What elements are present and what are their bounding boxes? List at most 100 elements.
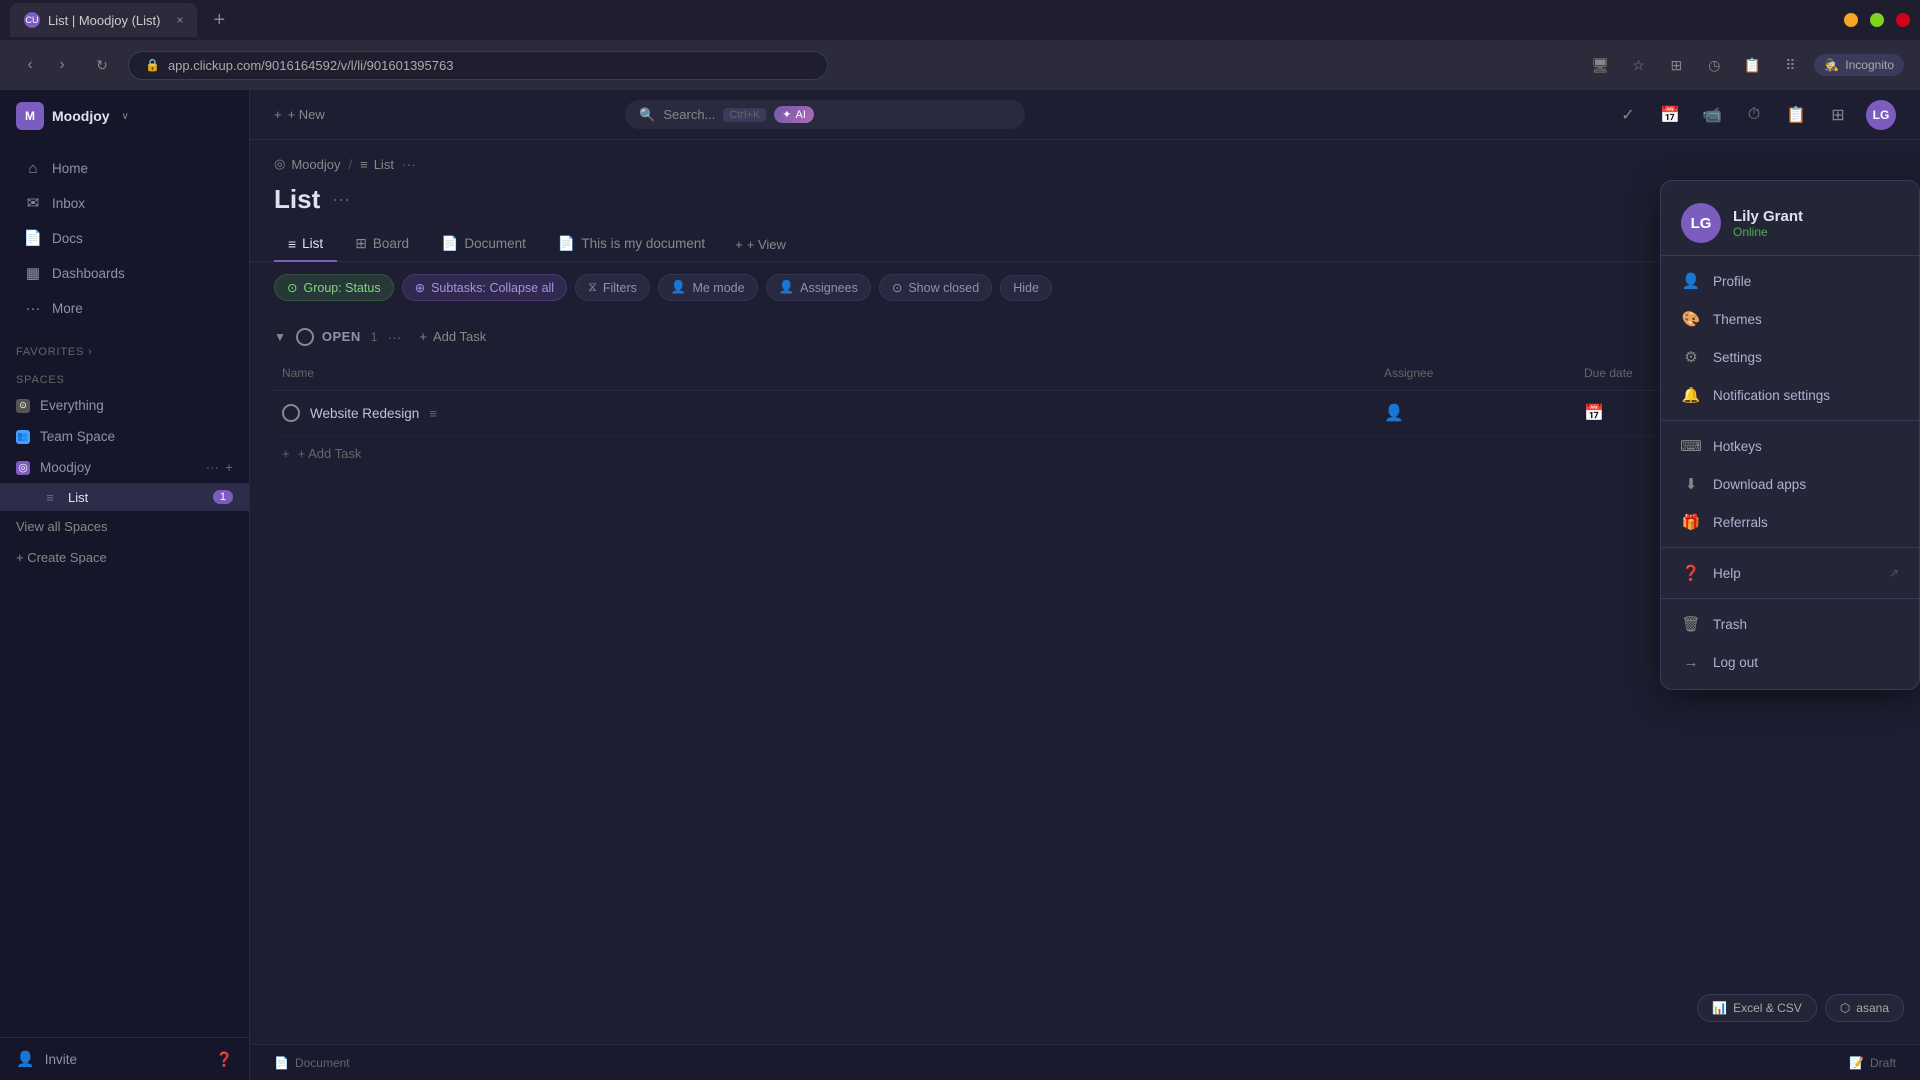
sidebar-item-home[interactable]: ⌂ Home xyxy=(8,151,241,185)
hide-chip[interactable]: Hide xyxy=(1000,275,1052,301)
excel-csv-button[interactable]: 📊 Excel & CSV xyxy=(1697,994,1817,1022)
sidebar-item-inbox[interactable]: ✉ Inbox xyxy=(8,186,241,220)
tab-document[interactable]: 📄 Document xyxy=(427,227,540,262)
new-tab-button[interactable]: + xyxy=(205,9,233,32)
assignee-icon[interactable]: 👤 xyxy=(1384,403,1404,423)
maximize-button[interactable] xyxy=(1870,13,1884,27)
tab-close-button[interactable]: × xyxy=(176,13,183,27)
menu-item-themes[interactable]: 🎨 Themes xyxy=(1661,300,1919,338)
sidebar-item-dashboards[interactable]: ▦ Dashboards xyxy=(8,256,241,290)
more-icon: ··· xyxy=(24,299,42,317)
menu-item-referrals[interactable]: 🎁 Referrals xyxy=(1661,503,1919,541)
tab-board[interactable]: ⊞ Board xyxy=(341,227,423,262)
back-button[interactable]: ‹ xyxy=(16,51,44,79)
sidebar-item-docs[interactable]: 📄 Docs xyxy=(8,221,241,255)
bottom-draft-item[interactable]: 📝 Draft xyxy=(1849,1056,1896,1070)
view-all-spaces-item[interactable]: View all Spaces xyxy=(0,512,249,541)
breadcrumb-list[interactable]: ≡ List xyxy=(360,157,394,172)
create-space-item[interactable]: + Create Space xyxy=(0,543,249,572)
app-layout: M Moodjoy ∨ ⌂ Home ✉ Inbox 📄 Docs ▦ Dash… xyxy=(0,90,1920,1080)
menu-logout-label: Log out xyxy=(1713,655,1758,670)
assignees-chip[interactable]: 👤 Assignees xyxy=(766,274,871,301)
new-label: + New xyxy=(288,107,325,122)
workspace-chevron-icon[interactable]: ∨ xyxy=(122,111,129,122)
menu-item-download-apps[interactable]: ⬇ Download apps xyxy=(1661,465,1919,503)
forward-button[interactable]: › xyxy=(48,51,76,79)
clock-icon[interactable]: ⏱ xyxy=(1740,101,1768,129)
new-button[interactable]: + + New xyxy=(274,107,325,122)
camera-icon[interactable]: 📹 xyxy=(1698,101,1726,129)
calendar-icon[interactable]: 📅 xyxy=(1656,101,1684,129)
breadcrumb-more-icon[interactable]: ··· xyxy=(402,156,416,172)
url-bar[interactable]: 🔒 app.clickup.com/9016164592/v/l/li/9016… xyxy=(128,51,828,80)
help-icon: ❓ xyxy=(1681,563,1701,583)
task-doc-icon[interactable]: ≡ xyxy=(429,406,437,421)
menu-item-settings[interactable]: ⚙ Settings xyxy=(1661,338,1919,376)
sidebar-subitem-list[interactable]: ≡ List 1 xyxy=(0,483,249,511)
menu-help-label: Help xyxy=(1713,566,1741,581)
create-space-label: + Create Space xyxy=(16,550,107,565)
table-row[interactable]: Website Redesign ≡ 👤 📅 xyxy=(274,391,1896,436)
menu-item-notification-settings[interactable]: 🔔 Notification settings xyxy=(1661,376,1919,414)
incognito-button[interactable]: 🕵 Incognito xyxy=(1814,54,1904,76)
menu-item-hotkeys[interactable]: ⌨ Hotkeys xyxy=(1661,427,1919,465)
bottom-draft-label: Draft xyxy=(1870,1056,1896,1070)
help-circle-icon[interactable]: ❓ xyxy=(216,1051,233,1068)
everything-label: Everything xyxy=(40,398,104,413)
breadcrumb-workspace[interactable]: ◎ Moodjoy xyxy=(274,156,340,172)
add-view-label: + View xyxy=(747,237,786,252)
asana-button[interactable]: ⬡ asana xyxy=(1825,994,1904,1022)
close-button[interactable] xyxy=(1896,13,1910,27)
add-view-button[interactable]: + + View xyxy=(723,229,798,260)
notepad-icon[interactable]: 📋 xyxy=(1782,101,1810,129)
refresh-button[interactable]: ↻ xyxy=(88,51,116,79)
menu-user-status: Online xyxy=(1733,225,1803,239)
reader-icon[interactable]: ⊞ xyxy=(1662,51,1690,79)
group-dots-icon[interactable]: ··· xyxy=(387,329,401,345)
sidebar-item-everything[interactable]: ⊙ Everything xyxy=(0,391,249,420)
history-icon[interactable]: ◷ xyxy=(1700,51,1728,79)
notes-icon[interactable]: 📋 xyxy=(1738,51,1766,79)
ai-badge[interactable]: ✦ AI xyxy=(774,106,814,123)
cast-icon[interactable]: 🖥 xyxy=(1586,51,1614,79)
checkmark-icon[interactable]: ✓ xyxy=(1614,101,1642,129)
search-bar[interactable]: 🔍 Search... Ctrl+K ✦ AI xyxy=(625,100,1025,129)
subtasks-chip[interactable]: ⊕ Subtasks: Collapse all xyxy=(402,274,567,301)
user-avatar-button[interactable]: LG xyxy=(1866,100,1896,130)
sidebar-item-more[interactable]: ··· More xyxy=(8,291,241,325)
sidebar-item-moodjoy[interactable]: ◎ Moodjoy ··· + xyxy=(0,453,249,482)
bottom-bar: 📄 Document 📝 Draft xyxy=(250,1044,1920,1080)
task-checkbox[interactable] xyxy=(282,404,300,422)
menu-item-help[interactable]: ❓ Help ↗ xyxy=(1661,554,1919,592)
menu-item-log-out[interactable]: → Log out xyxy=(1661,643,1919,681)
active-tab[interactable]: CU List | Moodjoy (List) × xyxy=(10,3,197,37)
sidebar-footer: 👤 Invite ❓ xyxy=(0,1037,249,1080)
show-closed-chip[interactable]: ⊙ Show closed xyxy=(879,274,992,301)
menu-item-profile[interactable]: 👤 Profile xyxy=(1661,262,1919,300)
me-mode-chip[interactable]: 👤 Me mode xyxy=(658,274,758,301)
settings-icon: ⚙ xyxy=(1681,347,1701,367)
add-task-button[interactable]: + Add Task xyxy=(411,325,494,348)
sidebar-item-team-space[interactable]: 👥 Team Space xyxy=(0,422,249,451)
moodjoy-add-icon[interactable]: + xyxy=(225,460,233,475)
minimize-button[interactable] xyxy=(1844,13,1858,27)
tab-my-document[interactable]: 📄 This is my document xyxy=(544,227,719,262)
group-status-label: OPEN xyxy=(322,329,361,344)
page-title-dots[interactable]: ··· xyxy=(332,189,350,210)
group-collapse-icon[interactable]: ▼ xyxy=(274,330,286,344)
moodjoy-dots-icon[interactable]: ··· xyxy=(206,460,220,475)
list-icon: ≡ xyxy=(42,489,58,505)
filters-chip[interactable]: ⧖ Filters xyxy=(575,274,650,301)
bottom-document-item[interactable]: 📄 Document xyxy=(274,1056,350,1070)
add-task-row[interactable]: + + Add Task xyxy=(274,436,1896,471)
tab-list[interactable]: ≡ List xyxy=(274,228,337,262)
due-date-icon[interactable]: 📅 xyxy=(1584,403,1604,423)
group-status-label: Group: Status xyxy=(303,281,380,295)
grid-icon[interactable]: ⊞ xyxy=(1824,101,1852,129)
assignees-label: Assignees xyxy=(800,281,858,295)
invite-label[interactable]: Invite xyxy=(45,1052,77,1067)
bookmark-icon[interactable]: ☆ xyxy=(1624,51,1652,79)
menu-item-trash[interactable]: 🗑 Trash xyxy=(1661,605,1919,643)
group-status-chip[interactable]: ⊙ Group: Status xyxy=(274,274,394,301)
apps-icon[interactable]: ⠿ xyxy=(1776,51,1804,79)
